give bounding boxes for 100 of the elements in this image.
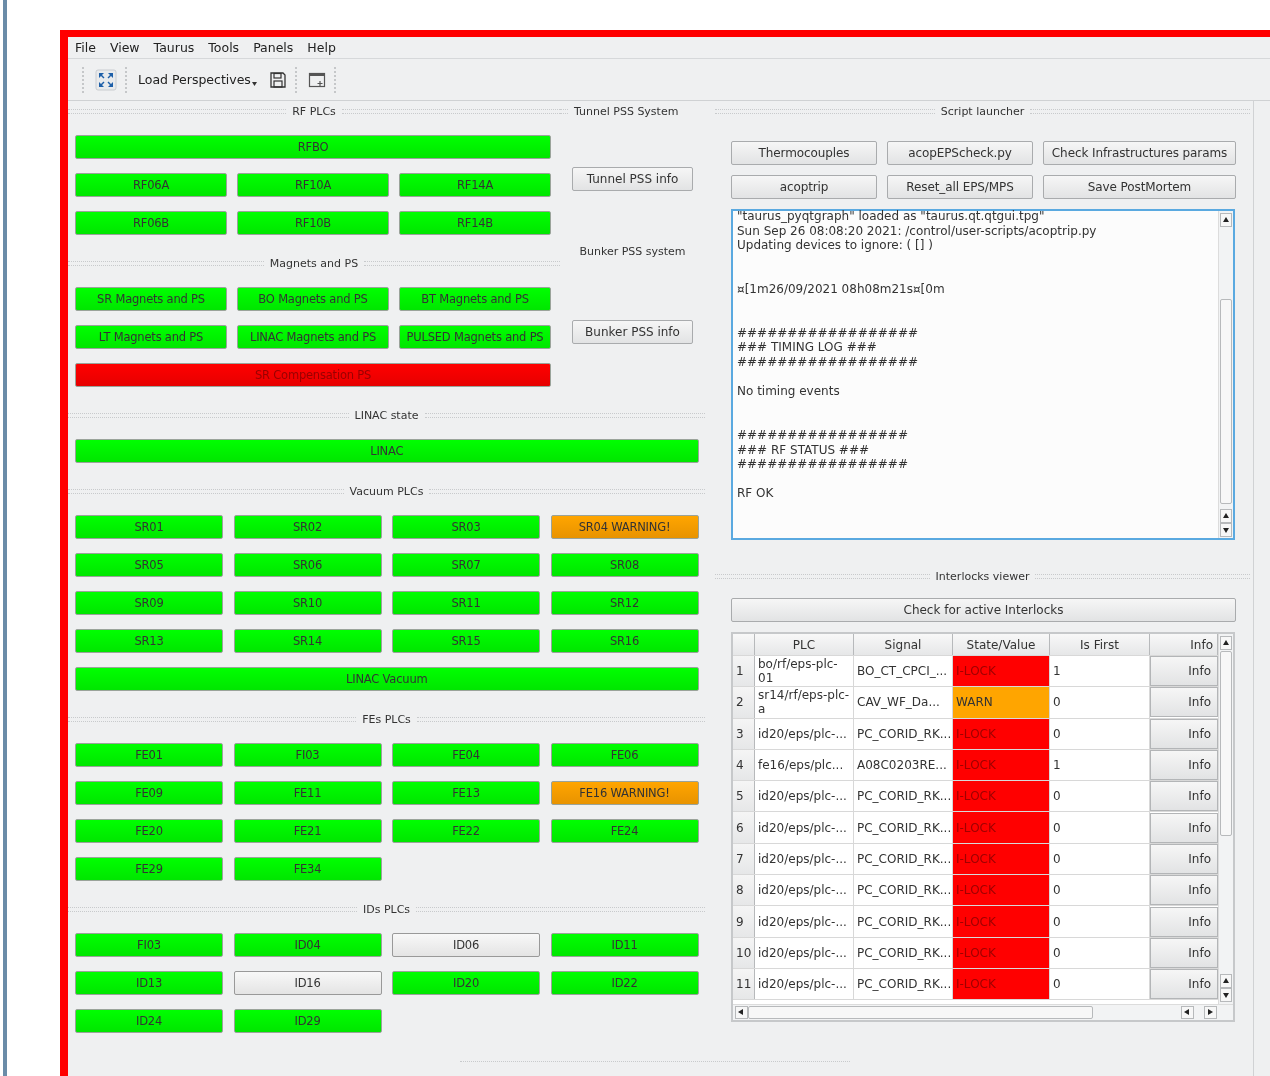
state-cell: I-LOCK <box>953 781 1050 812</box>
info-button[interactable]: Info <box>1150 875 1218 906</box>
plc-status-button[interactable]: SR05 <box>75 553 223 577</box>
plc-status-button[interactable]: SR16 <box>550 629 699 653</box>
menu-item[interactable]: Tools <box>208 40 240 58</box>
state-cell: WARN <box>953 687 1050 718</box>
plc-status-button[interactable]: SR08 <box>550 553 699 577</box>
plc-status-button[interactable]: SR06 <box>233 553 382 577</box>
plc-status-button[interactable]: RF06A <box>75 173 227 197</box>
script-button[interactable]: acopEPScheck.py <box>887 141 1033 165</box>
info-button[interactable]: Info <box>1150 969 1218 1000</box>
script-button[interactable]: Thermocouples <box>731 141 877 165</box>
plc-status-button[interactable]: FI03 <box>233 743 382 767</box>
plc-status-button[interactable]: LT Magnets and PS <box>75 325 227 349</box>
plc-status-button[interactable]: FE34 <box>233 857 382 881</box>
plc-status-button[interactable]: LINAC Magnets and PS <box>237 325 389 349</box>
plc-status-button[interactable]: BT Magnets and PS <box>399 287 551 311</box>
plc-status-button[interactable]: LINAC <box>75 439 699 463</box>
plc-status-button[interactable]: RF14A <box>399 173 551 197</box>
plc-status-button[interactable]: SR13 <box>75 629 223 653</box>
plc-status-button[interactable]: LINAC Vacuum <box>75 667 699 691</box>
row-number: 5 <box>733 781 755 812</box>
plc-status-button[interactable]: RFBO <box>75 135 551 159</box>
table-cell: id20/eps/plc-... <box>755 843 854 875</box>
load-perspectives-menu[interactable]: Load Perspectives <box>138 72 251 87</box>
check-interlocks-button[interactable]: Check for active Interlocks <box>731 598 1236 622</box>
info-button[interactable]: Info <box>1150 687 1218 718</box>
info-button[interactable]: Info <box>1150 750 1218 781</box>
plc-status-button[interactable]: FE20 <box>75 819 223 843</box>
horizontal-scrollbar[interactable] <box>733 1004 1233 1020</box>
plc-status-button[interactable]: ID04 <box>233 933 382 957</box>
plc-status-button[interactable]: SR01 <box>75 515 223 539</box>
info-button[interactable]: Info <box>1150 812 1218 843</box>
plc-status-button[interactable]: FE06 <box>550 743 699 767</box>
plc-status-button[interactable]: SR11 <box>392 591 540 615</box>
script-button[interactable]: Check Infrastructures params <box>1043 141 1236 165</box>
column-header[interactable]: PLC <box>755 634 854 655</box>
column-header[interactable]: Info <box>1150 634 1218 655</box>
plc-status-button[interactable]: FE29 <box>75 857 223 881</box>
plc-status-button[interactable]: FE22 <box>392 819 540 843</box>
column-header[interactable]: Signal <box>854 634 953 655</box>
info-button[interactable]: Info <box>1150 937 1218 968</box>
plc-status-button[interactable]: SR09 <box>75 591 223 615</box>
column-header[interactable]: Is First <box>1050 634 1150 655</box>
tunnel-pss-info-button[interactable]: Tunnel PSS info <box>572 167 693 191</box>
plc-status-button[interactable]: ID22 <box>550 971 699 995</box>
plc-status-button[interactable]: SR02 <box>233 515 382 539</box>
menu-item[interactable]: Taurus <box>153 40 195 58</box>
state-cell: I-LOCK <box>953 749 1050 781</box>
plc-status-button[interactable]: FE11 <box>233 781 382 805</box>
plc-status-button[interactable]: SR10 <box>233 591 382 615</box>
plc-status-button[interactable]: SR07 <box>392 553 540 577</box>
plc-status-button[interactable]: ID29 <box>233 1009 382 1033</box>
corner-header <box>733 634 755 655</box>
plc-status-button[interactable]: RF14B <box>399 211 551 235</box>
plc-status-button[interactable]: ID20 <box>392 971 540 995</box>
info-button[interactable]: Info <box>1150 718 1218 749</box>
plc-status-button[interactable]: ID16 <box>233 971 382 995</box>
menu-item[interactable]: View <box>109 40 140 58</box>
column-header[interactable]: State/Value <box>953 634 1050 655</box>
info-button[interactable]: Info <box>1150 781 1218 812</box>
plc-status-button[interactable]: SR04 WARNING! <box>550 515 699 539</box>
plc-status-button[interactable]: SR15 <box>392 629 540 653</box>
plc-status-button[interactable]: RF06B <box>75 211 227 235</box>
script-button[interactable]: acoptrip <box>731 175 877 199</box>
plc-status-button[interactable]: SR03 <box>392 515 540 539</box>
plc-status-button[interactable]: SR Magnets and PS <box>75 287 227 311</box>
plc-status-button[interactable]: FI03 <box>75 933 223 957</box>
plc-status-button[interactable]: FE13 <box>392 781 540 805</box>
table-cell: sr14/rf/eps-plc-a <box>755 687 854 718</box>
plc-status-button[interactable]: BO Magnets and PS <box>237 287 389 311</box>
plc-status-button[interactable]: RF10A <box>237 173 389 197</box>
menu-item[interactable]: Panels <box>253 40 294 58</box>
menu-item[interactable]: Help <box>307 40 336 58</box>
script-button[interactable]: Reset_all EPS/MPS <box>887 175 1033 199</box>
scrollbar[interactable] <box>1218 211 1233 538</box>
bunker-pss-info-button[interactable]: Bunker PSS info <box>572 320 693 344</box>
plc-status-button[interactable]: RF10B <box>237 211 389 235</box>
plc-status-button[interactable]: FE21 <box>233 819 382 843</box>
fullscreen-icon[interactable] <box>95 68 117 91</box>
plc-status-button[interactable]: FE16 WARNING! <box>550 781 699 805</box>
script-button[interactable]: Save PostMortem <box>1043 175 1236 199</box>
info-button[interactable]: Info <box>1150 906 1218 937</box>
info-button[interactable]: Info <box>1150 656 1218 687</box>
scrollbar[interactable] <box>1218 634 1233 1004</box>
plc-status-button[interactable]: ID13 <box>75 971 223 995</box>
plc-status-button[interactable]: FE04 <box>392 743 540 767</box>
plc-status-button[interactable]: SR14 <box>233 629 382 653</box>
info-button[interactable]: Info <box>1150 843 1218 874</box>
plc-status-button[interactable]: FE24 <box>550 819 699 843</box>
save-icon[interactable] <box>268 70 287 89</box>
menu-item[interactable]: File <box>75 40 96 58</box>
plc-status-button[interactable]: ID06 <box>392 933 540 957</box>
plc-status-button[interactable]: SR12 <box>550 591 699 615</box>
plc-status-button[interactable]: FE09 <box>75 781 223 805</box>
plc-status-button[interactable]: ID11 <box>550 933 699 957</box>
plc-status-button[interactable]: FE01 <box>75 743 223 767</box>
new-window-icon[interactable] <box>307 70 326 89</box>
plc-status-button[interactable]: PULSED Magnets and PS <box>399 325 551 349</box>
plc-status-button[interactable]: ID24 <box>75 1009 223 1033</box>
